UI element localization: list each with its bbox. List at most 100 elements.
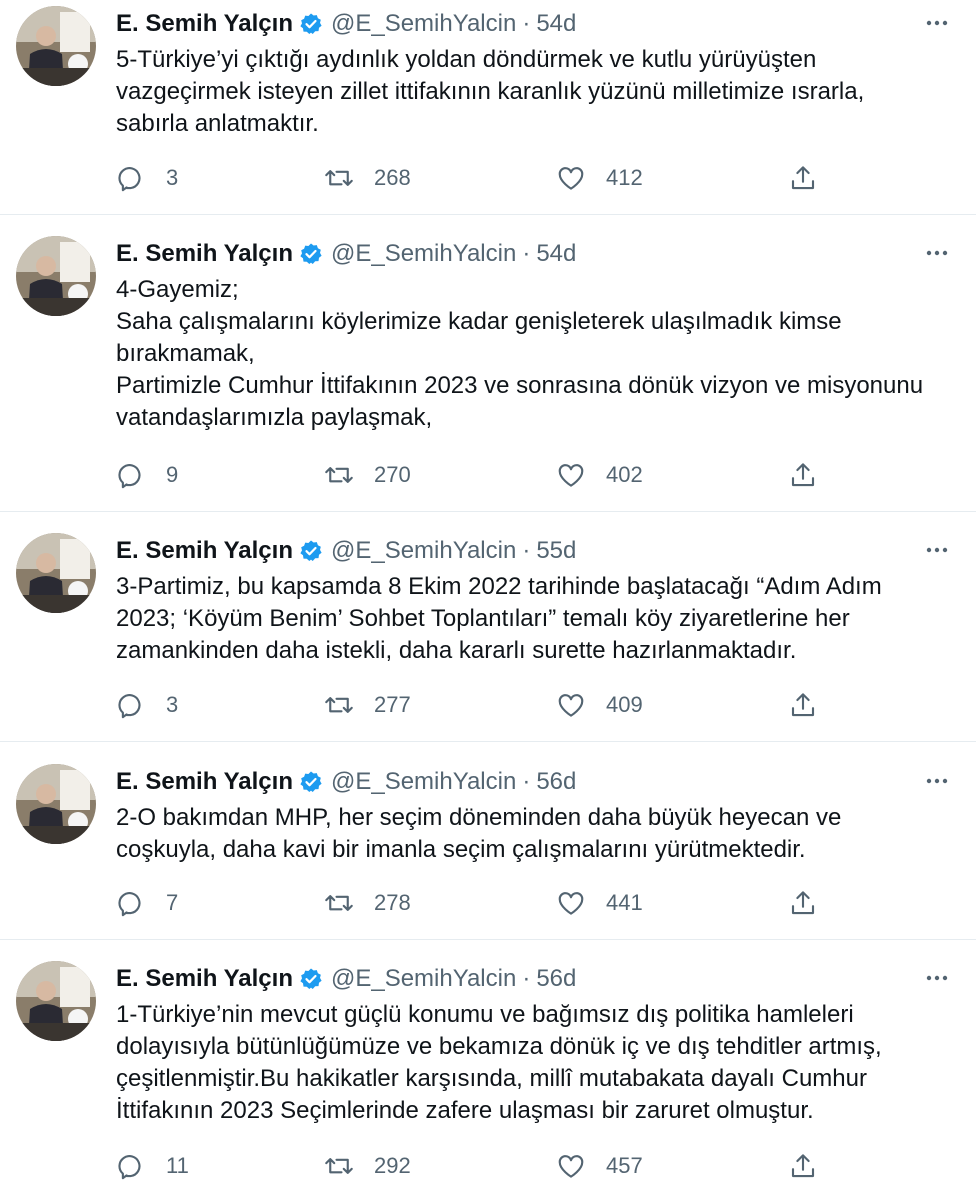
reply-icon <box>118 694 141 719</box>
timestamp[interactable]: 54d <box>536 10 576 38</box>
author-handle[interactable]: @E_SemihYalcin <box>331 240 516 268</box>
like-count: 441 <box>606 890 643 915</box>
verified-badge-icon <box>300 540 322 561</box>
author-name[interactable]: E. Semih Yalçın <box>116 537 293 565</box>
like-count: 412 <box>606 165 643 190</box>
reply-button[interactable]: 3 <box>116 687 178 723</box>
author-handle[interactable]: @E_SemihYalcin <box>331 768 516 796</box>
separator: · <box>522 240 531 267</box>
retweet-count: 270 <box>374 462 411 487</box>
tweet-text-line: İttifakının 2023 Seçimlerinde zafere ula… <box>116 1097 814 1124</box>
timestamp[interactable]: 55d <box>536 537 576 565</box>
reply-icon <box>118 464 141 489</box>
avatar[interactable] <box>16 236 96 316</box>
reply-count: 9 <box>166 462 179 487</box>
tweet-text: 1-Türkiye’nin mevcut güçlü konumu ve bağ… <box>116 999 956 1127</box>
reply-count: 7 <box>166 890 179 915</box>
share-icon <box>791 891 815 915</box>
author-name[interactable]: E. Semih Yalçın <box>116 10 293 38</box>
retweet-button[interactable]: 278 <box>324 885 411 921</box>
avatar[interactable] <box>16 961 96 1041</box>
heart-icon <box>558 464 584 487</box>
tweet-text-line: Saha çalışmalarını köylerimize kadar gen… <box>116 308 842 335</box>
like-count: 409 <box>606 692 643 717</box>
author-name[interactable]: E. Semih Yalçın <box>116 240 293 268</box>
more-options-icon[interactable] <box>924 537 950 563</box>
more-options-icon[interactable] <box>924 10 950 36</box>
tweet-header: E. Semih Yalçın @E_SemihYalcin · 56d <box>116 764 576 800</box>
tweet[interactable]: E. Semih Yalçın @E_SemihYalcin · 54d 4-G… <box>0 230 976 512</box>
tweet[interactable]: E. Semih Yalçın @E_SemihYalcin · 56d 2-O… <box>0 758 976 940</box>
like-button[interactable]: 412 <box>556 160 643 196</box>
timestamp[interactable]: 56d <box>536 965 576 993</box>
share-button[interactable] <box>788 885 818 921</box>
heart-icon <box>558 167 584 190</box>
share-icon <box>791 693 815 717</box>
avatar[interactable] <box>16 533 96 613</box>
retweet-count: 268 <box>374 165 411 190</box>
tweet-text-line: coşkuyla, daha kavi bir imanla seçim çal… <box>116 836 806 863</box>
tweet-text-line: bırakmamak, <box>116 340 255 367</box>
tweet-header: E. Semih Yalçın @E_SemihYalcin · 56d <box>116 961 576 997</box>
reply-button[interactable]: 9 <box>116 457 178 493</box>
like-button[interactable]: 409 <box>556 687 643 723</box>
retweet-button[interactable]: 270 <box>324 457 411 493</box>
verified-badge-icon <box>300 243 322 264</box>
tweet-header: E. Semih Yalçın @E_SemihYalcin · 55d <box>116 533 576 569</box>
like-button[interactable]: 402 <box>556 457 643 493</box>
reply-icon <box>118 1155 141 1180</box>
retweet-icon <box>325 170 353 186</box>
reply-button[interactable]: 3 <box>116 160 178 196</box>
retweet-button[interactable]: 292 <box>324 1148 411 1184</box>
timestamp[interactable]: 56d <box>536 768 576 796</box>
share-button[interactable] <box>788 687 818 723</box>
like-button[interactable]: 457 <box>556 1148 643 1184</box>
author-name[interactable]: E. Semih Yalçın <box>116 768 293 796</box>
tweet-text-line: 2023; ‘Köyüm Benim’ Sohbet Toplantıları”… <box>116 605 850 632</box>
separator: · <box>522 10 531 37</box>
avatar[interactable] <box>16 6 96 86</box>
tweet-actions: 9 270 402 <box>116 457 836 493</box>
reply-button[interactable]: 11 <box>116 1148 189 1184</box>
author-name[interactable]: E. Semih Yalçın <box>116 965 293 993</box>
author-handle[interactable]: @E_SemihYalcin <box>331 10 516 38</box>
retweet-icon <box>325 467 353 483</box>
retweet-button[interactable]: 277 <box>324 687 411 723</box>
tweet-text-line: 1-Türkiye’nin mevcut güçlü konumu ve bağ… <box>116 1001 854 1028</box>
tweet[interactable]: E. Semih Yalçın @E_SemihYalcin · 54d 5-T… <box>0 0 976 215</box>
reply-icon <box>118 167 141 192</box>
reply-button[interactable]: 7 <box>116 885 178 921</box>
avatar[interactable] <box>16 764 96 844</box>
reply-icon <box>118 892 141 917</box>
heart-icon <box>558 694 584 717</box>
tweet-text: 5-Türkiye’yi çıktığı aydınlık yoldan dön… <box>116 44 956 140</box>
reply-count: 3 <box>166 165 179 190</box>
tweet-text-line: 5-Türkiye’yi çıktığı aydınlık yoldan dön… <box>116 46 817 73</box>
retweet-count: 292 <box>374 1153 411 1178</box>
share-button[interactable] <box>788 160 818 196</box>
more-options-icon[interactable] <box>924 240 950 266</box>
tweet-text-line: Partimizle Cumhur İttifakının 2023 ve so… <box>116 372 924 399</box>
retweet-icon <box>325 895 353 911</box>
tweet[interactable]: E. Semih Yalçın @E_SemihYalcin · 56d 1-T… <box>0 955 976 1200</box>
timestamp[interactable]: 54d <box>536 240 576 268</box>
tweet-text: 4-Gayemiz; Saha çalışmalarını köylerimiz… <box>116 274 956 434</box>
separator: · <box>522 768 531 795</box>
more-options-icon[interactable] <box>924 768 950 794</box>
like-button[interactable]: 441 <box>556 885 643 921</box>
share-button[interactable] <box>788 457 818 493</box>
author-handle[interactable]: @E_SemihYalcin <box>331 537 516 565</box>
retweet-count: 278 <box>374 890 411 915</box>
tweet-header: E. Semih Yalçın @E_SemihYalcin · 54d <box>116 6 576 42</box>
tweet-text: 3-Partimiz, bu kapsamda 8 Ekim 2022 tari… <box>116 571 956 667</box>
tweet-actions: 3 268 412 <box>116 160 836 196</box>
more-options-icon[interactable] <box>924 965 950 991</box>
tweet-actions: 7 278 441 <box>116 885 836 921</box>
tweet-text-line: zamankinden daha istekli, daha kararlı s… <box>116 637 797 664</box>
share-icon <box>791 166 815 190</box>
author-handle[interactable]: @E_SemihYalcin <box>331 965 516 993</box>
share-button[interactable] <box>788 1148 818 1184</box>
tweet-text-line: vazgeçirmek isteyen zillet ittifakının k… <box>116 78 865 105</box>
tweet[interactable]: E. Semih Yalçın @E_SemihYalcin · 55d 3-P… <box>0 527 976 742</box>
retweet-button[interactable]: 268 <box>324 160 411 196</box>
